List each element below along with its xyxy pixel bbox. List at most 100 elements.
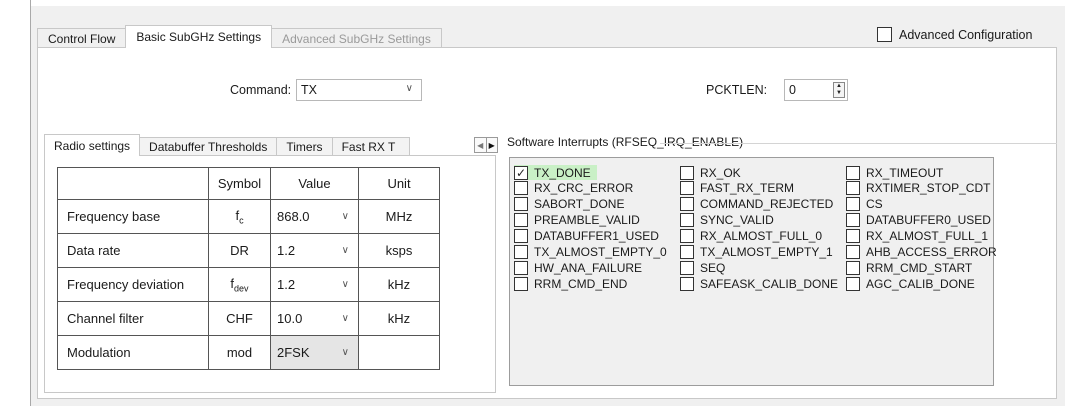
group-divider xyxy=(660,143,1057,144)
irq-label: RX_OK xyxy=(700,165,741,180)
irq-label: RX_ALMOST_FULL_1 xyxy=(866,229,989,244)
irq-checkbox[interactable] xyxy=(514,181,528,196)
tab-databuffer-thresholds[interactable]: Databuffer Thresholds xyxy=(139,137,278,156)
irq-checkbox[interactable] xyxy=(680,245,694,259)
irq-label: PREAMBLE_VALID xyxy=(534,213,640,228)
param-symbol: fc xyxy=(208,199,271,234)
irq-checkbox[interactable] xyxy=(514,213,528,228)
param-value-select[interactable]: 2FSK ∨ xyxy=(270,335,359,370)
spin-up-icon[interactable]: ▲ xyxy=(834,83,844,90)
scroll-left-icon[interactable]: ◀ xyxy=(474,137,487,153)
irq-checkbox[interactable] xyxy=(514,197,528,212)
irq-option[interactable]: DATABUFFER1_USED xyxy=(514,229,659,244)
irq-label: FAST_RX_TERM xyxy=(700,181,795,196)
param-symbol: fdev xyxy=(208,267,271,302)
irq-label: TX_DONE xyxy=(534,165,591,180)
header-unit: Unit xyxy=(358,167,440,200)
tab-advanced-subghz-settings[interactable]: Advanced SubGHz Settings xyxy=(271,28,442,48)
irq-option[interactable]: RX_ALMOST_FULL_1 xyxy=(846,229,988,244)
chevron-down-icon: ∨ xyxy=(341,347,349,358)
irq-label: AHB_ACCESS_ERROR xyxy=(866,245,997,259)
irq-checkbox[interactable] xyxy=(846,260,860,275)
irq-label: RXTIMER_STOP_CDT xyxy=(866,181,991,196)
irq-checkbox[interactable] xyxy=(680,165,694,180)
irq-option[interactable]: RXTIMER_STOP_CDT xyxy=(846,181,990,196)
irq-checkbox[interactable] xyxy=(680,181,694,196)
irq-option[interactable]: RX_OK xyxy=(680,165,741,180)
irq-option[interactable]: PREAMBLE_VALID xyxy=(514,213,640,228)
param-symbol: CHF xyxy=(208,301,271,336)
tab-basic-subghz-settings[interactable]: Basic SubGHz Settings xyxy=(125,25,273,48)
irq-label: TX_ALMOST_EMPTY_0 xyxy=(534,245,667,259)
param-unit: kHz xyxy=(358,267,440,302)
irq-checkbox[interactable] xyxy=(514,229,528,244)
irq-option[interactable]: SYNC_VALID xyxy=(680,213,774,228)
tab-timers[interactable]: Timers xyxy=(276,137,333,156)
irq-option[interactable]: CS xyxy=(846,197,883,212)
irq-checkbox[interactable] xyxy=(680,276,694,291)
param-value-select[interactable]: 10.0 ∨ xyxy=(270,301,359,336)
main-tab-bar: Control Flow Basic SubGHz Settings Advan… xyxy=(37,25,442,48)
irq-label: SEQ xyxy=(700,260,726,275)
irq-option[interactable]: RX_ALMOST_FULL_0 xyxy=(680,229,822,244)
irq-option[interactable]: ✓ TX_DONE xyxy=(514,165,597,180)
irq-option[interactable]: COMMAND_REJECTED xyxy=(680,197,833,212)
tab-fast-rx[interactable]: Fast RX T xyxy=(331,137,410,156)
irq-option[interactable]: RX_CRC_ERROR xyxy=(514,181,633,196)
irq-checkbox[interactable] xyxy=(846,276,860,291)
table-row: Modulation mod 2FSK ∨ xyxy=(57,335,440,370)
irq-checkbox[interactable]: ✓ xyxy=(514,165,528,180)
irq-checkbox[interactable] xyxy=(846,213,860,228)
param-unit: kHz xyxy=(358,301,440,336)
param-symbol: mod xyxy=(208,335,271,370)
irq-option[interactable]: SAFEASK_CALIB_DONE xyxy=(680,276,838,291)
tab-radio-settings[interactable]: Radio settings xyxy=(44,134,141,156)
param-name: Modulation xyxy=(57,335,209,370)
irq-checkbox[interactable] xyxy=(680,197,694,212)
chevron-down-icon: ∨ xyxy=(405,83,413,94)
irq-checkbox[interactable] xyxy=(514,245,528,259)
tab-control-flow[interactable]: Control Flow xyxy=(37,28,127,48)
irq-option[interactable]: TX_ALMOST_EMPTY_0 xyxy=(514,245,667,260)
irq-option[interactable]: RRM_CMD_START xyxy=(846,260,972,275)
advanced-configuration-toggle[interactable]: Advanced Configuration xyxy=(877,27,1032,42)
irq-checkbox[interactable] xyxy=(846,197,860,212)
irq-checkbox[interactable] xyxy=(680,229,694,244)
irq-checkbox[interactable] xyxy=(846,181,860,196)
irq-checkbox[interactable] xyxy=(514,260,528,275)
scroll-right-icon[interactable]: ▶ xyxy=(486,137,498,153)
irq-option[interactable]: SEQ xyxy=(680,260,725,275)
software-interrupts-title: Software Interrupts (RFSEQ_IRQ_ENABLE) xyxy=(507,135,748,149)
command-select[interactable]: TX ∨ xyxy=(296,79,422,101)
irq-checkbox[interactable] xyxy=(846,229,860,244)
param-unit: MHz xyxy=(358,199,440,234)
pcklen-input[interactable]: 0 ▲ ▼ xyxy=(784,79,848,101)
irq-checkbox[interactable] xyxy=(514,276,528,291)
radio-sub-tab-bar: Radio settings Databuffer Thresholds Tim… xyxy=(44,134,410,156)
irq-checkbox[interactable] xyxy=(846,165,860,180)
chevron-down-icon: ∨ xyxy=(341,313,349,324)
irq-label: SYNC_VALID xyxy=(700,213,774,228)
param-value-select[interactable]: 868.0 ∨ xyxy=(270,199,359,234)
irq-option[interactable]: TX_ALMOST_EMPTY_1 xyxy=(680,245,833,260)
irq-checkbox[interactable] xyxy=(846,245,860,259)
advanced-configuration-checkbox[interactable] xyxy=(877,27,892,42)
irq-option[interactable]: RX_TIMEOUT xyxy=(846,165,943,180)
irq-checkbox[interactable] xyxy=(680,213,694,228)
spin-down-icon[interactable]: ▼ xyxy=(834,90,844,97)
param-value-select[interactable]: 1.2 ∨ xyxy=(270,267,359,302)
irq-option[interactable]: SABORT_DONE xyxy=(514,197,624,212)
irq-option[interactable]: RRM_CMD_END xyxy=(514,276,627,291)
chevron-down-icon: ∨ xyxy=(341,211,349,222)
irq-option[interactable]: AGC_CALIB_DONE xyxy=(846,276,975,291)
irq-option[interactable]: AHB_ACCESS_ERROR xyxy=(846,245,997,260)
irq-option[interactable]: FAST_RX_TERM xyxy=(680,181,794,196)
tab-scroll-buttons: ◀ ▶ xyxy=(474,137,498,153)
irq-option[interactable]: HW_ANA_FAILURE xyxy=(514,260,642,275)
param-symbol: DR xyxy=(208,233,271,268)
pcklen-spinner[interactable]: ▲ ▼ xyxy=(833,82,845,98)
param-value-select[interactable]: 1.2 ∨ xyxy=(270,233,359,268)
irq-checkbox[interactable] xyxy=(680,260,694,275)
irq-option[interactable]: DATABUFFER0_USED xyxy=(846,213,991,228)
pcklen-value: 0 xyxy=(789,83,796,97)
